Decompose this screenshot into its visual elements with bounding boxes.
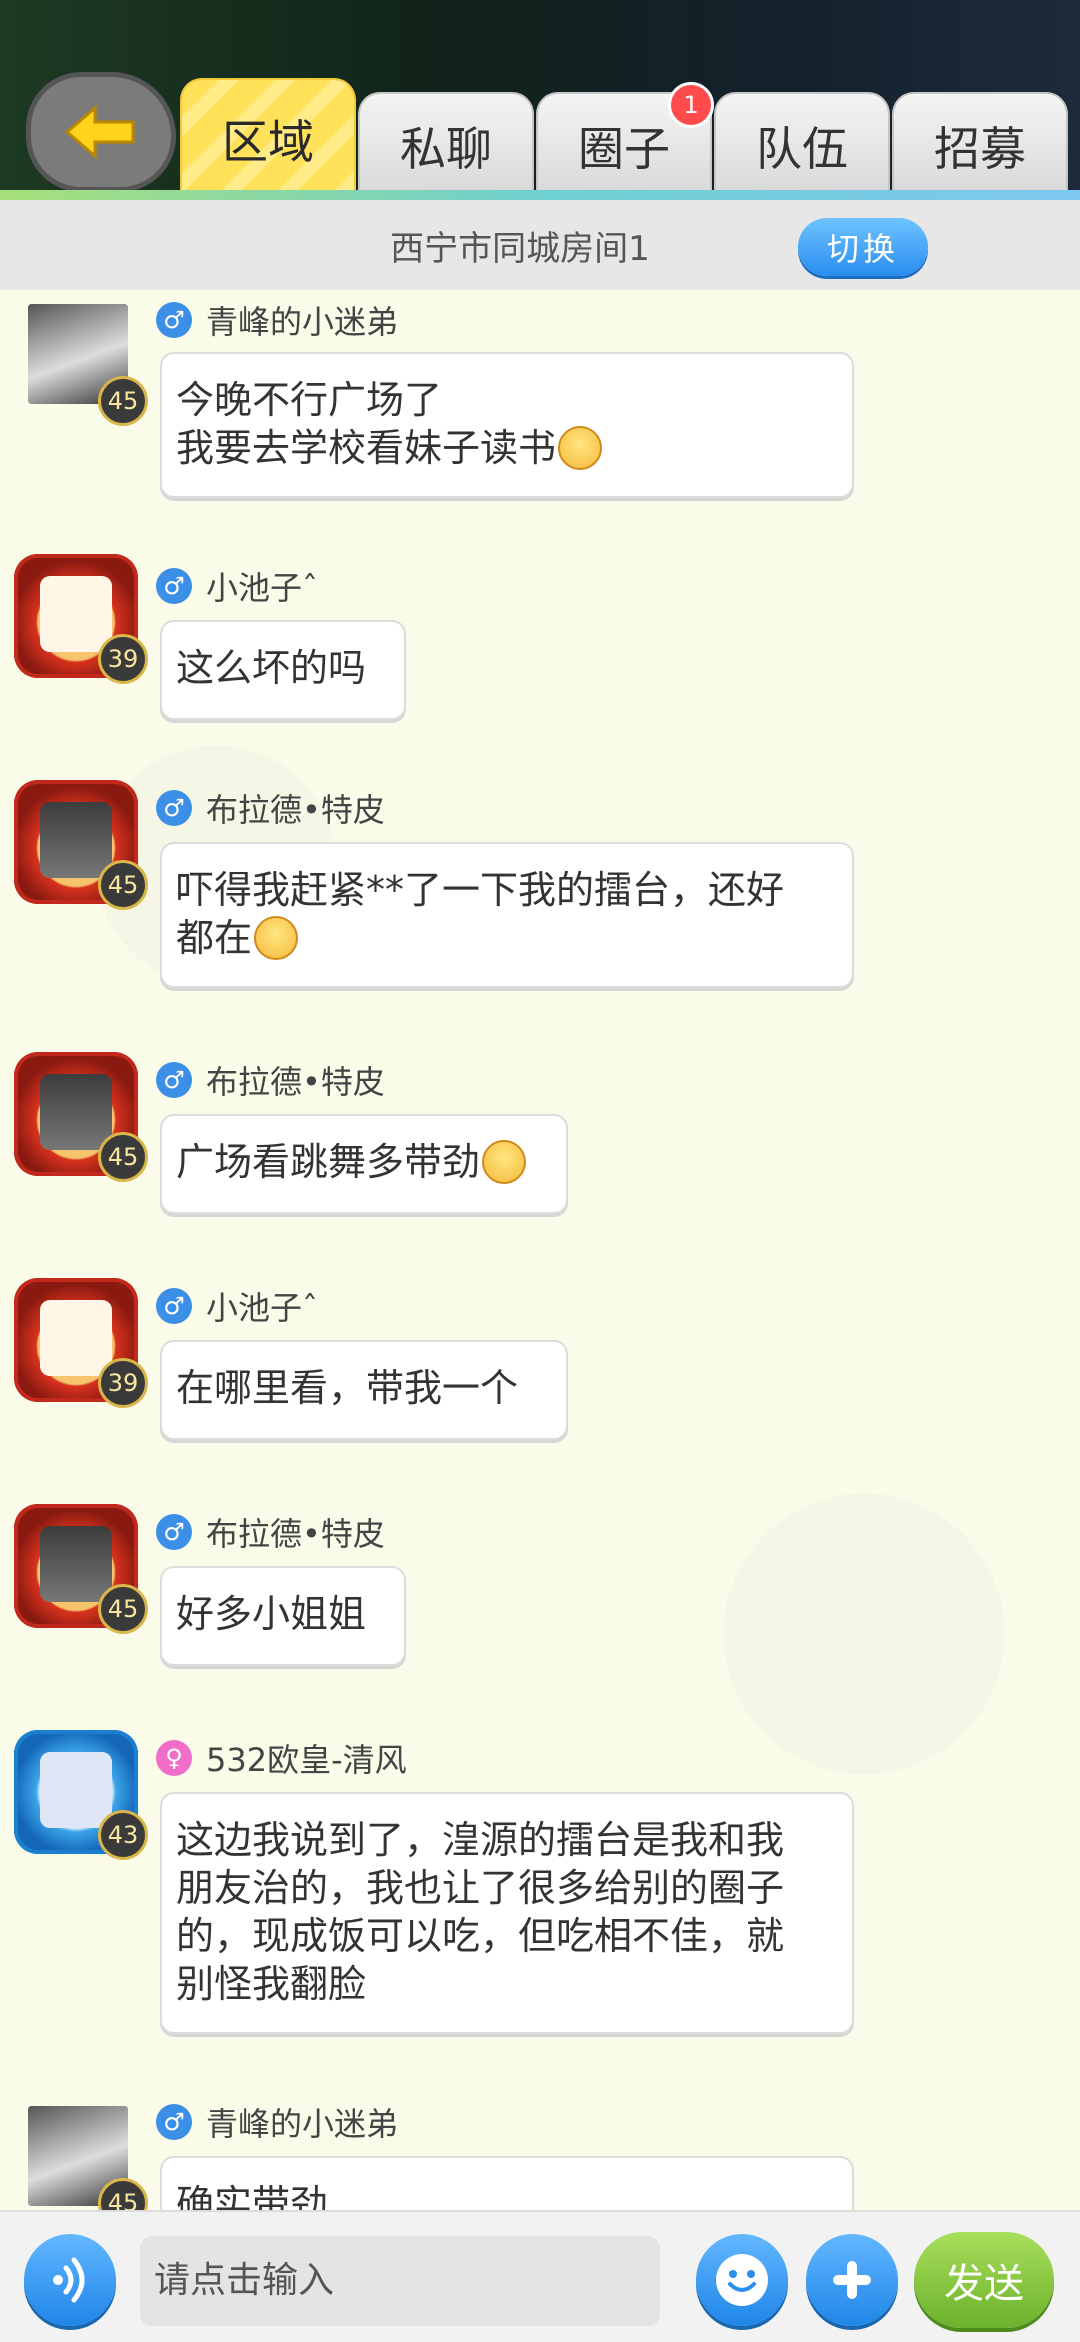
level-badge: 45 — [98, 1584, 148, 1634]
plus-icon — [833, 2261, 871, 2299]
smirk-emoji-icon — [482, 1139, 527, 1184]
message-bubble[interactable]: 今晚不行广场了 我要去学校看妹子读书 — [160, 352, 854, 498]
room-bar: 西宁市同城房间1 切换 — [0, 200, 1080, 290]
avatar[interactable]: 45 — [14, 1052, 148, 1182]
avatar[interactable]: 45 — [28, 304, 152, 428]
tab-label: 队伍 — [756, 122, 848, 176]
message-bubble[interactable]: 好多小姐姐 — [160, 1566, 406, 1666]
level-badge: 45 — [98, 1132, 148, 1182]
sender-info: ♂ 小池子ˆ — [156, 1284, 318, 1328]
tab-label: 区域 — [222, 115, 314, 169]
tab-underline — [0, 190, 1080, 200]
sender-name: 布拉德•特皮 — [206, 791, 385, 829]
back-arrow-icon — [64, 104, 135, 160]
level-badge: 39 — [98, 634, 148, 684]
tab-label: 私聊 — [400, 122, 492, 176]
avatar[interactable]: 45 — [28, 2106, 152, 2210]
tab-team[interactable]: 队伍 — [714, 92, 890, 198]
voice-icon — [53, 2257, 85, 2303]
sender-info: ♂ 布拉德•特皮 — [156, 1058, 385, 1102]
message-text: 今晚不行广场了 我要去学校看妹子读书 — [176, 378, 557, 470]
switch-room-button[interactable]: 切换 — [798, 218, 928, 276]
sender-info: ♂ 布拉德•特皮 — [156, 786, 385, 830]
message-bubble[interactable]: 这么坏的吗 — [160, 620, 406, 720]
input-bar: 请点击输入 发送 — [0, 2210, 1080, 2342]
male-icon: ♂ — [156, 790, 192, 826]
sender-info: ♀ 532欧皇-清风 — [156, 1736, 407, 1780]
level-badge: 45 — [98, 376, 148, 426]
message-bubble[interactable]: 这边我说到了，湟源的擂台是我和我 朋友治的，我也让了很多给别的圈子 的，现成饭可… — [160, 1792, 854, 2034]
message-input[interactable]: 请点击输入 — [140, 2236, 660, 2326]
female-icon: ♀ — [156, 1740, 192, 1776]
avatar[interactable]: 45 — [14, 780, 148, 910]
sender-info: ♂ 小池子ˆ — [156, 564, 318, 608]
tab-recruit[interactable]: 招募 — [892, 92, 1068, 198]
message-bubble[interactable]: 吓得我赶紧**了一下我的擂台，还好 都在 — [160, 842, 854, 988]
message-bubble[interactable]: 确实带劲 — [160, 2156, 854, 2210]
message-bubble[interactable]: 广场看跳舞多带劲 — [160, 1114, 568, 1214]
male-icon: ♂ — [156, 302, 192, 338]
top-nav-bar: 区域 私聊 圈子 1 队伍 招募 — [0, 0, 1080, 200]
chat-message-list[interactable]: 45 ♂ 青峰的小迷弟 今晚不行广场了 我要去学校看妹子读书 39 ♂ 小池子ˆ… — [0, 290, 1080, 2210]
message-bubble[interactable]: 在哪里看，带我一个 — [160, 1340, 568, 1440]
sender-name: 小池子ˆ — [206, 569, 319, 607]
room-title: 西宁市同城房间1 — [390, 228, 650, 269]
message-text: 广场看跳舞多带劲 — [176, 1140, 481, 1184]
emoji-button[interactable] — [696, 2234, 788, 2326]
dizzy-emoji-icon — [254, 915, 299, 960]
sender-name: 布拉德•特皮 — [206, 1515, 385, 1553]
sender-name: 青峰的小迷弟 — [206, 2105, 399, 2143]
plus-button[interactable] — [806, 2234, 898, 2326]
male-icon: ♂ — [156, 2104, 192, 2140]
level-badge: 39 — [98, 1358, 148, 1408]
male-icon: ♂ — [156, 1062, 192, 1098]
tab-private-chat[interactable]: 私聊 — [358, 92, 534, 198]
message-text: 这么坏的吗 — [176, 646, 367, 690]
tab-region[interactable]: 区域 — [180, 78, 356, 198]
male-icon: ♂ — [156, 568, 192, 604]
avatar[interactable]: 39 — [14, 1278, 148, 1408]
grin-emoji-icon — [558, 425, 603, 470]
avatar[interactable]: 45 — [14, 1504, 148, 1634]
level-badge: 45 — [98, 860, 148, 910]
send-button[interactable]: 发送 — [914, 2232, 1054, 2328]
smiley-icon — [716, 2254, 768, 2306]
level-badge: 43 — [98, 1810, 148, 1860]
sender-name: 小池子ˆ — [206, 1289, 319, 1327]
male-icon: ♂ — [156, 1514, 192, 1550]
sender-info: ♂ 青峰的小迷弟 — [156, 2100, 398, 2144]
message-text: 这边我说到了，湟源的擂台是我和我 朋友治的，我也让了很多给别的圈子 的，现成饭可… — [176, 1818, 785, 2006]
avatar[interactable]: 39 — [14, 554, 148, 684]
back-button[interactable] — [26, 72, 176, 192]
tab-label: 招募 — [934, 122, 1026, 176]
message-text: 在哪里看，带我一个 — [176, 1366, 519, 1410]
sender-info: ♂ 布拉德•特皮 — [156, 1510, 385, 1554]
message-text: 好多小姐姐 — [176, 1592, 367, 1636]
tab-circle[interactable]: 圈子 1 — [536, 82, 714, 198]
avatar[interactable]: 43 — [14, 1730, 148, 1860]
message-text: 确实带劲 — [176, 2182, 329, 2210]
notification-badge: 1 — [668, 82, 714, 128]
sender-name: 532欧皇-清风 — [206, 1741, 407, 1779]
sender-name: 布拉德•特皮 — [206, 1063, 385, 1101]
voice-button[interactable] — [24, 2234, 116, 2326]
male-icon: ♂ — [156, 1288, 192, 1324]
sender-name: 青峰的小迷弟 — [206, 303, 399, 341]
tab-label: 圈子 — [578, 122, 670, 176]
sender-info: ♂ 青峰的小迷弟 — [156, 298, 398, 342]
